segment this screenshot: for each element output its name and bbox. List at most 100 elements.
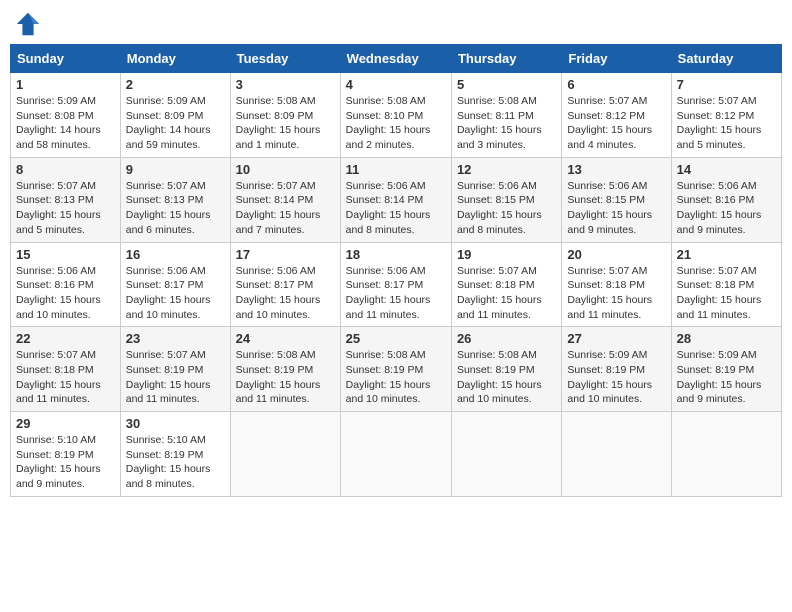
day-info: Sunrise: 5:07 AMSunset: 8:14 PMDaylight:… bbox=[236, 180, 321, 236]
calendar-cell: 18 Sunrise: 5:06 AMSunset: 8:17 PMDaylig… bbox=[340, 242, 451, 327]
calendar-cell: 22 Sunrise: 5:07 AMSunset: 8:18 PMDaylig… bbox=[11, 327, 121, 412]
day-info: Sunrise: 5:06 AMSunset: 8:15 PMDaylight:… bbox=[457, 180, 542, 236]
day-info: Sunrise: 5:09 AMSunset: 8:08 PMDaylight:… bbox=[16, 95, 101, 151]
day-info: Sunrise: 5:07 AMSunset: 8:19 PMDaylight:… bbox=[126, 349, 211, 405]
day-info: Sunrise: 5:07 AMSunset: 8:13 PMDaylight:… bbox=[126, 180, 211, 236]
day-info: Sunrise: 5:09 AMSunset: 8:09 PMDaylight:… bbox=[126, 95, 211, 151]
day-number: 17 bbox=[236, 247, 335, 262]
day-number: 30 bbox=[126, 416, 225, 431]
calendar-cell: 21 Sunrise: 5:07 AMSunset: 8:18 PMDaylig… bbox=[671, 242, 781, 327]
day-number: 29 bbox=[16, 416, 115, 431]
day-number: 21 bbox=[677, 247, 776, 262]
day-info: Sunrise: 5:08 AMSunset: 8:10 PMDaylight:… bbox=[346, 95, 431, 151]
day-info: Sunrise: 5:06 AMSunset: 8:17 PMDaylight:… bbox=[236, 265, 321, 321]
day-info: Sunrise: 5:07 AMSunset: 8:12 PMDaylight:… bbox=[677, 95, 762, 151]
calendar-cell: 11 Sunrise: 5:06 AMSunset: 8:14 PMDaylig… bbox=[340, 157, 451, 242]
day-info: Sunrise: 5:07 AMSunset: 8:18 PMDaylight:… bbox=[677, 265, 762, 321]
day-info: Sunrise: 5:09 AMSunset: 8:19 PMDaylight:… bbox=[567, 349, 652, 405]
day-number: 14 bbox=[677, 162, 776, 177]
calendar-week-row: 22 Sunrise: 5:07 AMSunset: 8:18 PMDaylig… bbox=[11, 327, 782, 412]
day-number: 19 bbox=[457, 247, 556, 262]
calendar-week-row: 29 Sunrise: 5:10 AMSunset: 8:19 PMDaylig… bbox=[11, 412, 782, 497]
calendar-cell: 4 Sunrise: 5:08 AMSunset: 8:10 PMDayligh… bbox=[340, 73, 451, 158]
weekday-header-thursday: Thursday bbox=[451, 45, 561, 73]
day-info: Sunrise: 5:10 AMSunset: 8:19 PMDaylight:… bbox=[16, 434, 101, 490]
day-number: 24 bbox=[236, 331, 335, 346]
calendar-cell bbox=[451, 412, 561, 497]
day-number: 8 bbox=[16, 162, 115, 177]
day-number: 16 bbox=[126, 247, 225, 262]
calendar-cell: 14 Sunrise: 5:06 AMSunset: 8:16 PMDaylig… bbox=[671, 157, 781, 242]
day-number: 11 bbox=[346, 162, 446, 177]
weekday-header-row: SundayMondayTuesdayWednesdayThursdayFrid… bbox=[11, 45, 782, 73]
calendar-week-row: 1 Sunrise: 5:09 AMSunset: 8:08 PMDayligh… bbox=[11, 73, 782, 158]
calendar-cell: 24 Sunrise: 5:08 AMSunset: 8:19 PMDaylig… bbox=[230, 327, 340, 412]
day-info: Sunrise: 5:07 AMSunset: 8:12 PMDaylight:… bbox=[567, 95, 652, 151]
day-info: Sunrise: 5:08 AMSunset: 8:09 PMDaylight:… bbox=[236, 95, 321, 151]
day-info: Sunrise: 5:06 AMSunset: 8:14 PMDaylight:… bbox=[346, 180, 431, 236]
day-number: 2 bbox=[126, 77, 225, 92]
day-number: 6 bbox=[567, 77, 665, 92]
calendar-cell: 26 Sunrise: 5:08 AMSunset: 8:19 PMDaylig… bbox=[451, 327, 561, 412]
day-number: 26 bbox=[457, 331, 556, 346]
calendar-cell: 15 Sunrise: 5:06 AMSunset: 8:16 PMDaylig… bbox=[11, 242, 121, 327]
calendar-cell: 8 Sunrise: 5:07 AMSunset: 8:13 PMDayligh… bbox=[11, 157, 121, 242]
calendar-cell: 25 Sunrise: 5:08 AMSunset: 8:19 PMDaylig… bbox=[340, 327, 451, 412]
calendar-cell: 28 Sunrise: 5:09 AMSunset: 8:19 PMDaylig… bbox=[671, 327, 781, 412]
day-number: 15 bbox=[16, 247, 115, 262]
day-info: Sunrise: 5:06 AMSunset: 8:17 PMDaylight:… bbox=[126, 265, 211, 321]
day-number: 5 bbox=[457, 77, 556, 92]
day-number: 10 bbox=[236, 162, 335, 177]
calendar-cell: 30 Sunrise: 5:10 AMSunset: 8:19 PMDaylig… bbox=[120, 412, 230, 497]
calendar-cell: 1 Sunrise: 5:09 AMSunset: 8:08 PMDayligh… bbox=[11, 73, 121, 158]
weekday-header-sunday: Sunday bbox=[11, 45, 121, 73]
day-info: Sunrise: 5:06 AMSunset: 8:17 PMDaylight:… bbox=[346, 265, 431, 321]
calendar-cell: 6 Sunrise: 5:07 AMSunset: 8:12 PMDayligh… bbox=[562, 73, 671, 158]
day-number: 9 bbox=[126, 162, 225, 177]
day-info: Sunrise: 5:06 AMSunset: 8:16 PMDaylight:… bbox=[16, 265, 101, 321]
calendar-cell: 9 Sunrise: 5:07 AMSunset: 8:13 PMDayligh… bbox=[120, 157, 230, 242]
calendar-cell: 29 Sunrise: 5:10 AMSunset: 8:19 PMDaylig… bbox=[11, 412, 121, 497]
calendar-cell: 12 Sunrise: 5:06 AMSunset: 8:15 PMDaylig… bbox=[451, 157, 561, 242]
logo-icon bbox=[14, 10, 42, 38]
weekday-header-wednesday: Wednesday bbox=[340, 45, 451, 73]
day-number: 27 bbox=[567, 331, 665, 346]
day-info: Sunrise: 5:06 AMSunset: 8:16 PMDaylight:… bbox=[677, 180, 762, 236]
day-number: 25 bbox=[346, 331, 446, 346]
calendar-cell: 2 Sunrise: 5:09 AMSunset: 8:09 PMDayligh… bbox=[120, 73, 230, 158]
day-number: 20 bbox=[567, 247, 665, 262]
day-info: Sunrise: 5:08 AMSunset: 8:11 PMDaylight:… bbox=[457, 95, 542, 151]
calendar-cell: 5 Sunrise: 5:08 AMSunset: 8:11 PMDayligh… bbox=[451, 73, 561, 158]
day-number: 13 bbox=[567, 162, 665, 177]
day-number: 4 bbox=[346, 77, 446, 92]
calendar-cell: 10 Sunrise: 5:07 AMSunset: 8:14 PMDaylig… bbox=[230, 157, 340, 242]
day-info: Sunrise: 5:07 AMSunset: 8:18 PMDaylight:… bbox=[567, 265, 652, 321]
day-number: 3 bbox=[236, 77, 335, 92]
weekday-header-monday: Monday bbox=[120, 45, 230, 73]
calendar-cell bbox=[562, 412, 671, 497]
calendar-table: SundayMondayTuesdayWednesdayThursdayFrid… bbox=[10, 44, 782, 497]
day-number: 12 bbox=[457, 162, 556, 177]
day-info: Sunrise: 5:09 AMSunset: 8:19 PMDaylight:… bbox=[677, 349, 762, 405]
day-info: Sunrise: 5:08 AMSunset: 8:19 PMDaylight:… bbox=[236, 349, 321, 405]
calendar-week-row: 8 Sunrise: 5:07 AMSunset: 8:13 PMDayligh… bbox=[11, 157, 782, 242]
calendar-cell: 17 Sunrise: 5:06 AMSunset: 8:17 PMDaylig… bbox=[230, 242, 340, 327]
calendar-cell: 7 Sunrise: 5:07 AMSunset: 8:12 PMDayligh… bbox=[671, 73, 781, 158]
calendar-cell bbox=[671, 412, 781, 497]
header bbox=[10, 10, 782, 38]
day-number: 18 bbox=[346, 247, 446, 262]
day-info: Sunrise: 5:07 AMSunset: 8:13 PMDaylight:… bbox=[16, 180, 101, 236]
calendar-week-row: 15 Sunrise: 5:06 AMSunset: 8:16 PMDaylig… bbox=[11, 242, 782, 327]
calendar-cell: 16 Sunrise: 5:06 AMSunset: 8:17 PMDaylig… bbox=[120, 242, 230, 327]
weekday-header-tuesday: Tuesday bbox=[230, 45, 340, 73]
logo bbox=[14, 10, 46, 38]
calendar-cell: 27 Sunrise: 5:09 AMSunset: 8:19 PMDaylig… bbox=[562, 327, 671, 412]
calendar-cell bbox=[340, 412, 451, 497]
calendar-cell: 13 Sunrise: 5:06 AMSunset: 8:15 PMDaylig… bbox=[562, 157, 671, 242]
day-number: 1 bbox=[16, 77, 115, 92]
day-info: Sunrise: 5:07 AMSunset: 8:18 PMDaylight:… bbox=[16, 349, 101, 405]
day-info: Sunrise: 5:08 AMSunset: 8:19 PMDaylight:… bbox=[457, 349, 542, 405]
day-number: 23 bbox=[126, 331, 225, 346]
day-number: 28 bbox=[677, 331, 776, 346]
calendar-cell bbox=[230, 412, 340, 497]
